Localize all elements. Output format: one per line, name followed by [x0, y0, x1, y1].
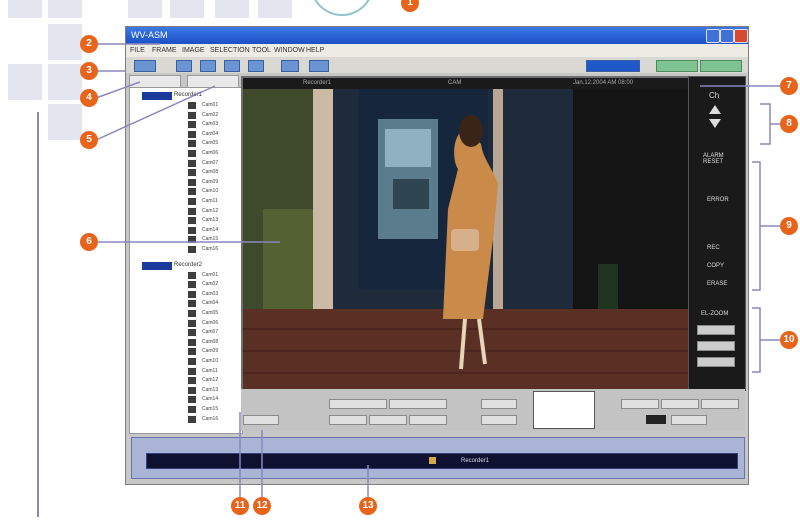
callout-2: 2 — [80, 35, 98, 53]
callout-13: 13 — [359, 497, 377, 515]
callout-4: 4 — [80, 89, 98, 107]
callout-12: 12 — [253, 497, 271, 515]
callout-8: 8 — [780, 115, 798, 133]
callout-3: 3 — [80, 62, 98, 80]
callout-11: 11 — [231, 497, 249, 515]
callout-5: 5 — [80, 131, 98, 149]
callout-6: 6 — [80, 233, 98, 251]
callout-7: 7 — [780, 77, 798, 95]
callout-9: 9 — [780, 217, 798, 235]
callout-10: 10 — [780, 331, 798, 349]
callout-leaders — [95, 43, 782, 497]
